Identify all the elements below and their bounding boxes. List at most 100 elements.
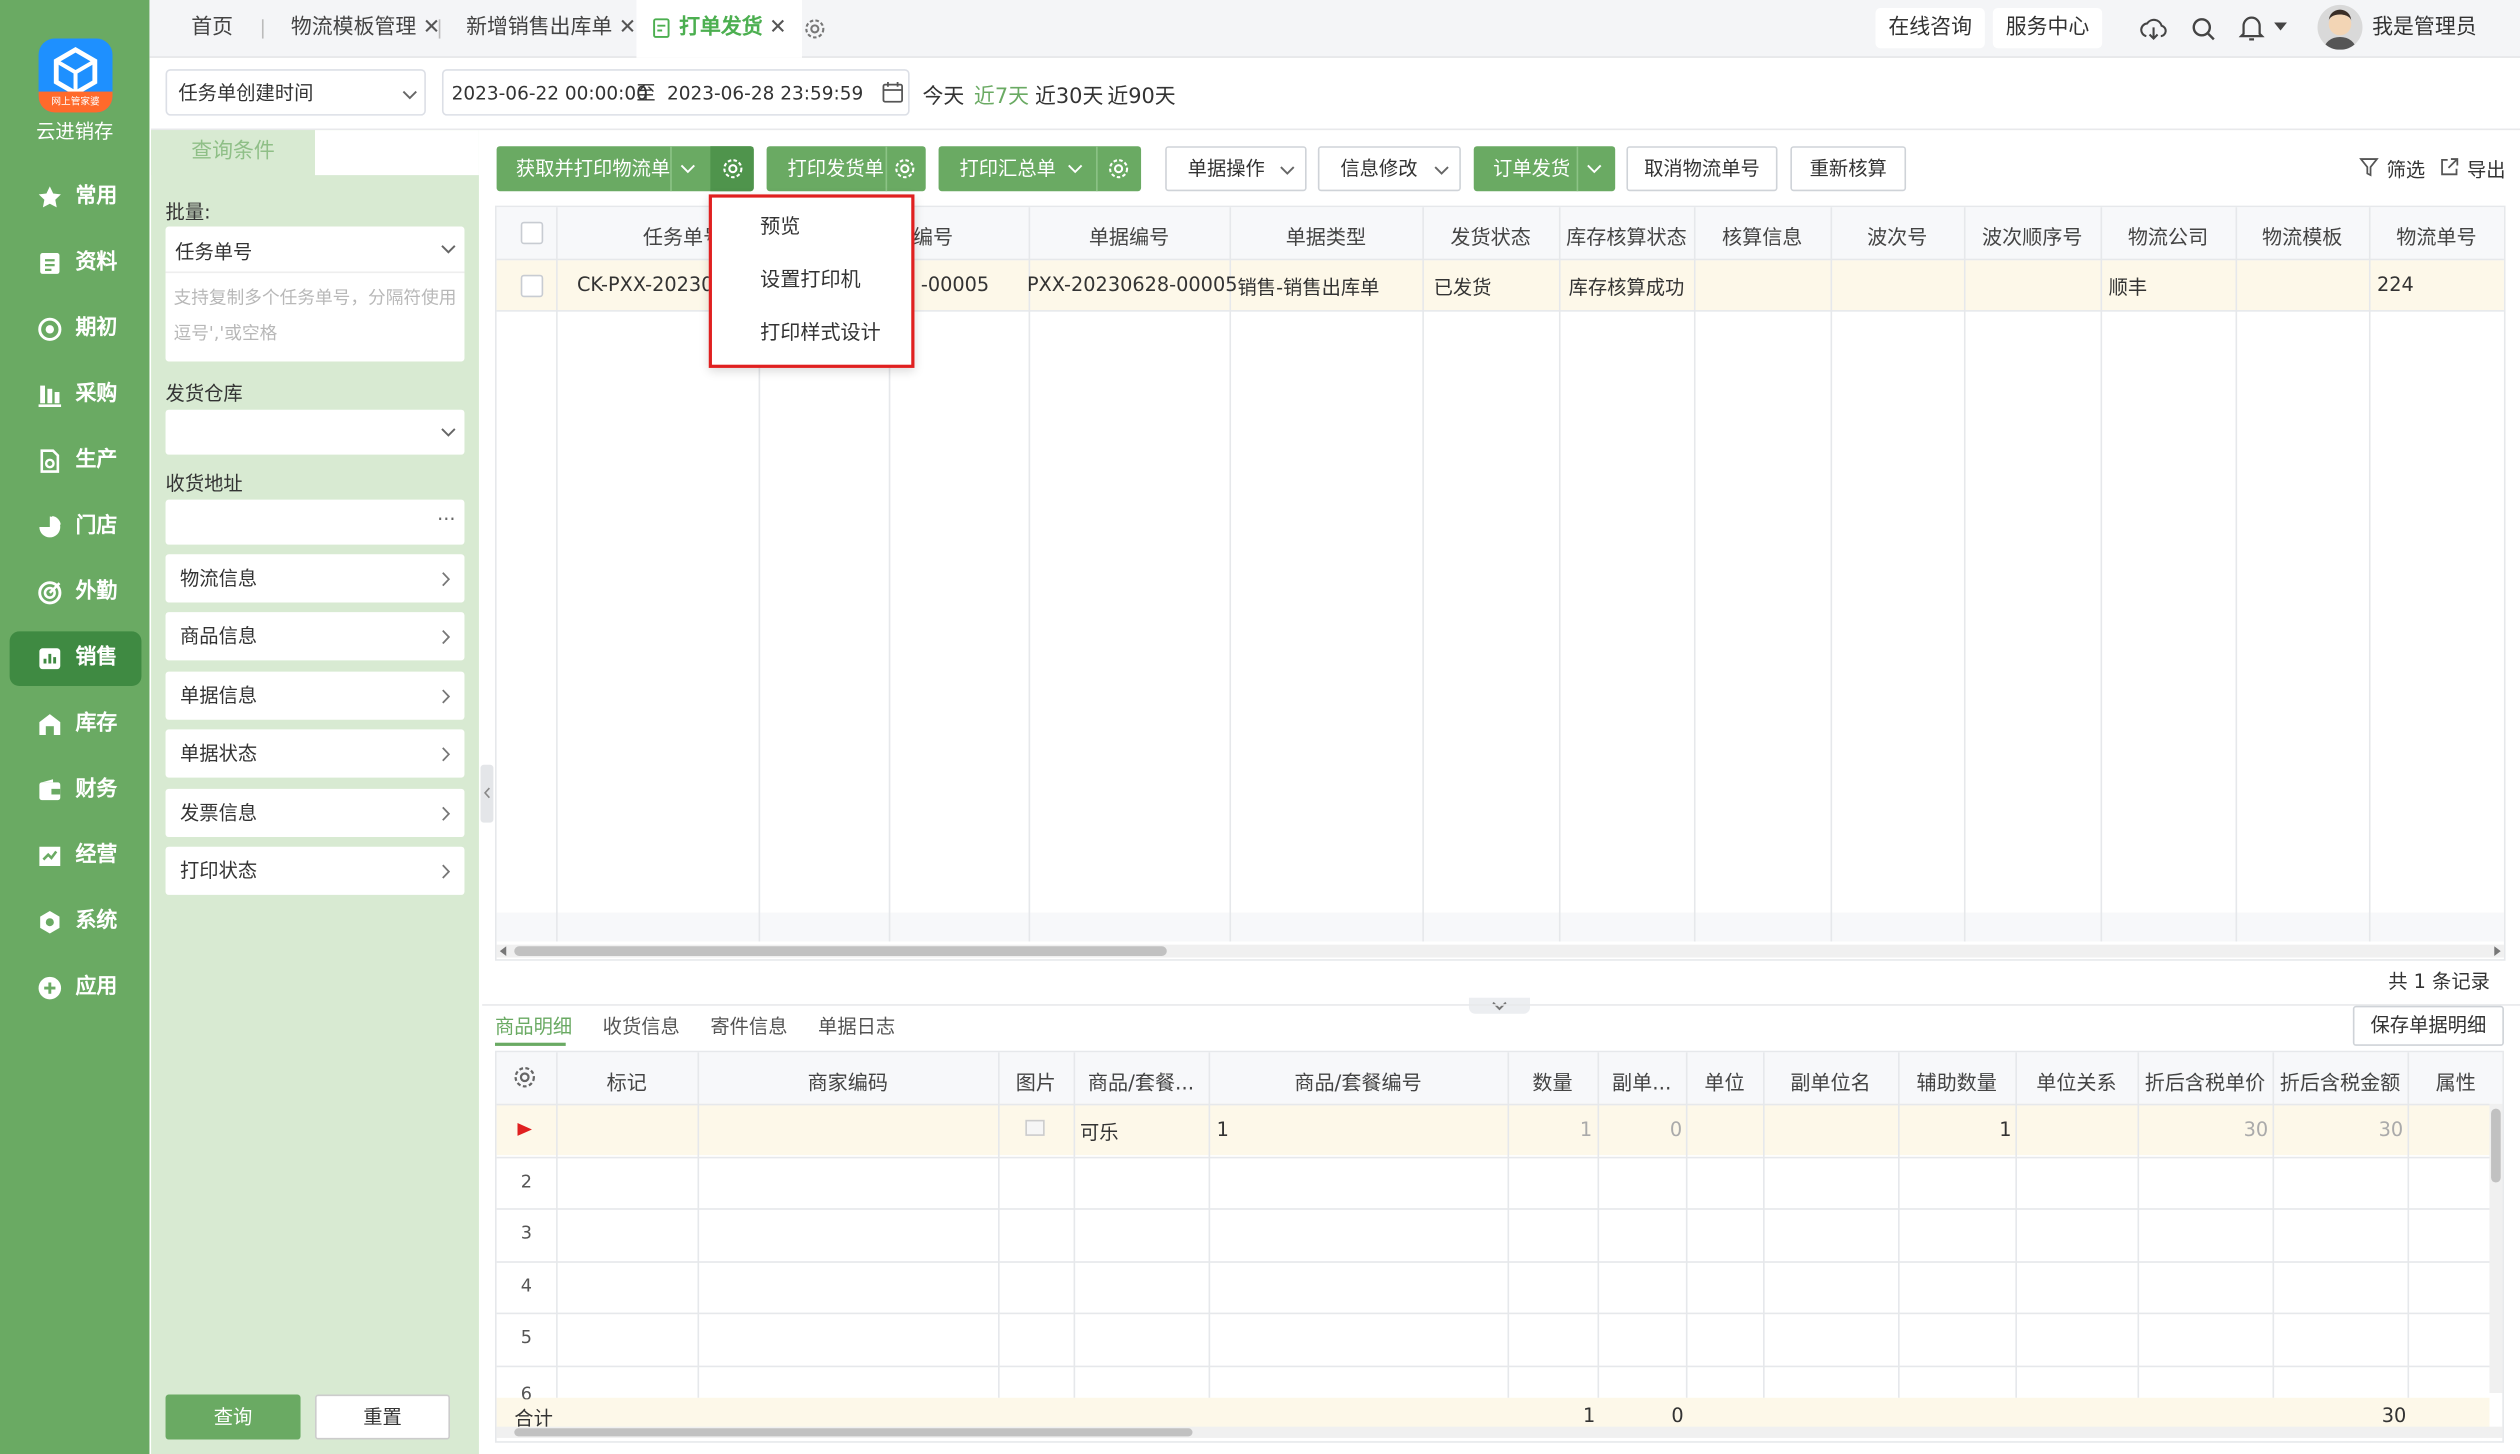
avatar[interactable] — [2317, 4, 2363, 50]
tab-home[interactable]: 首页 — [191, 0, 233, 58]
cell-sub-qty[interactable]: 0 — [1670, 1118, 1682, 1140]
user-name[interactable]: 我是管理员 — [2372, 0, 2476, 58]
column-header[interactable]: 编号 — [913, 220, 953, 251]
sidebar-item-5[interactable]: 门店 — [10, 500, 142, 555]
query-group-0[interactable]: 物流信息 — [165, 554, 465, 603]
doc-ops-dropdown[interactable]: 单据操作 — [1165, 146, 1307, 192]
tab-new-sales-outbound[interactable]: 新增销售出库单 ✕ — [466, 0, 636, 58]
sidebar-item-1[interactable]: 资料 — [10, 236, 142, 291]
service-center-button[interactable]: 服务中心 — [1992, 8, 2103, 49]
scroll-right-icon[interactable] — [2493, 946, 2503, 956]
cloud-download-icon[interactable] — [2139, 16, 2168, 42]
scrollbar-thumb[interactable] — [514, 946, 1167, 956]
sidebar-item-3[interactable]: 采购 — [10, 368, 142, 423]
close-icon[interactable]: ✕ — [769, 16, 787, 40]
online-consult-button[interactable]: 在线咨询 — [1875, 8, 1985, 49]
cell-aux-qty[interactable]: 1 — [1999, 1118, 2011, 1140]
calendar-icon[interactable] — [882, 81, 903, 103]
menu-item-preview[interactable]: 预览 — [760, 209, 800, 240]
menu-item-print-style-design[interactable]: 打印样式设计 — [760, 315, 881, 346]
chevron-down-icon[interactable] — [440, 244, 456, 254]
sidebar-item-12[interactable]: 应用 — [10, 961, 142, 1016]
quick-90-days[interactable]: 近90天 — [1107, 79, 1175, 109]
scrollbar-thumb[interactable] — [2491, 1108, 2501, 1183]
date-range-picker[interactable]: 2023-06-22 00:00:00 至 2023-06-28 23:59:5… — [441, 69, 910, 116]
query-group-3[interactable]: 单据状态 — [165, 729, 465, 778]
column-header[interactable]: 折后含税金额 — [2273, 1065, 2408, 1096]
print-settings-button[interactable] — [710, 146, 754, 192]
column-header[interactable]: 库存核算状态 — [1559, 220, 1694, 251]
quick-30-days[interactable]: 近30天 — [1035, 79, 1103, 109]
query-button[interactable]: 查询 — [165, 1394, 301, 1440]
print-ship-button[interactable]: 打印发货单 — [788, 146, 884, 191]
sidebar-item-6[interactable]: 外勤 — [10, 566, 142, 621]
query-group-2[interactable]: 单据信息 — [165, 671, 465, 720]
tab-logistics-template[interactable]: 物流模板管理 ✕ — [291, 0, 440, 58]
batch-box[interactable]: 任务单号 支持复制多个任务单号，分隔符使用逗号','或空格 — [165, 226, 465, 362]
cell-task[interactable]: CK-PXX-202306 — [577, 273, 726, 295]
tab-product-detail[interactable]: 商品明细 — [495, 1012, 572, 1039]
recheck-button[interactable]: 重新核算 — [1790, 146, 1907, 192]
column-header[interactable]: 折后含税单价 — [2138, 1065, 2273, 1096]
query-group-4[interactable]: 发票信息 — [165, 788, 465, 837]
gear-icon[interactable] — [1107, 157, 1130, 179]
column-header[interactable]: 物流单号 — [2369, 220, 2504, 251]
quick-today[interactable]: 今天 — [923, 79, 965, 109]
column-header[interactable]: 波次顺序号 — [1964, 220, 2101, 251]
scrollbar-thumb[interactable] — [514, 1428, 1193, 1437]
date-end[interactable]: 2023-06-28 23:59:59 — [667, 71, 863, 116]
row-checkbox[interactable] — [520, 274, 544, 298]
close-icon[interactable]: ✕ — [423, 16, 441, 40]
tab-print-ship[interactable]: 打单发货 ✕ — [636, 0, 803, 58]
column-header[interactable]: 单据编号 — [1029, 220, 1230, 251]
column-header[interactable]: 数量 — [1508, 1065, 1598, 1096]
reset-button[interactable]: 重置 — [315, 1394, 451, 1440]
app-logo[interactable]: 网上管家婆 — [38, 38, 113, 113]
cell-product-name[interactable]: 可乐 — [1080, 1118, 1119, 1145]
table-row[interactable] — [496, 1103, 2490, 1156]
time-field-select[interactable]: 任务单创建时间 — [165, 69, 426, 116]
tab-sender-info[interactable]: 寄件信息 — [710, 1012, 787, 1039]
column-header[interactable]: 属性 — [2408, 1065, 2504, 1096]
column-header[interactable]: 单位 — [1686, 1065, 1763, 1096]
search-icon[interactable] — [2191, 16, 2217, 42]
sidebar-item-7[interactable]: 销售 — [9, 631, 142, 687]
sidebar-item-0[interactable]: 常用 — [10, 170, 142, 225]
column-header[interactable]: 物流模板 — [2236, 220, 2369, 251]
column-header[interactable]: 副单... — [1598, 1065, 1686, 1096]
filter-button[interactable]: 筛选 — [2387, 156, 2426, 183]
column-header[interactable]: 辅助数量 — [1898, 1065, 2015, 1096]
column-header[interactable]: 单据类型 — [1229, 220, 1422, 251]
column-header[interactable]: 商品/套餐编号 — [1209, 1065, 1508, 1096]
column-header[interactable]: 发货状态 — [1422, 220, 1559, 251]
cell-price[interactable]: 30 — [2244, 1118, 2269, 1140]
tab-document-log[interactable]: 单据日志 — [818, 1012, 895, 1039]
column-header[interactable]: 单位关系 — [2015, 1065, 2137, 1096]
gear-icon[interactable] — [894, 157, 917, 179]
quick-7-days[interactable]: 近7天 — [974, 79, 1029, 109]
sidebar-item-8[interactable]: 库存 — [10, 697, 142, 752]
get-print-tracking-button[interactable]: 获取并打印物流单 — [516, 146, 670, 191]
cell-amount[interactable]: 30 — [2379, 1118, 2404, 1140]
tab-receiving-info[interactable]: 收货信息 — [603, 1012, 680, 1039]
column-header[interactable]: 商家编码 — [698, 1065, 999, 1096]
print-summary-button[interactable]: 打印汇总单 — [959, 146, 1055, 191]
info-edit-dropdown[interactable]: 信息修改 — [1317, 146, 1461, 192]
sidebar-item-4[interactable]: 生产 — [10, 434, 142, 489]
sidebar-item-9[interactable]: 财务 — [10, 763, 142, 818]
cell-qty[interactable]: 1 — [1580, 1118, 1592, 1140]
export-button[interactable]: 导出 — [2467, 156, 2506, 183]
query-group-1[interactable]: 商品信息 — [165, 612, 465, 661]
column-header[interactable]: 标记 — [556, 1065, 697, 1096]
export-icon[interactable] — [2440, 157, 2459, 176]
column-header[interactable]: 物流公司 — [2101, 220, 2236, 251]
menu-item-set-printer[interactable]: 设置打印机 — [760, 262, 860, 293]
sidebar-item-11[interactable]: 系统 — [10, 895, 142, 950]
sidebar-item-10[interactable]: 经营 — [10, 829, 142, 884]
scroll-left-icon[interactable] — [498, 946, 508, 956]
column-header[interactable]: 商品/套餐... — [1074, 1065, 1209, 1096]
sidebar-item-2[interactable]: 期初 — [10, 302, 142, 357]
bell-icon[interactable] — [2238, 14, 2265, 41]
address-input[interactable]: ··· — [165, 499, 465, 545]
save-detail-button[interactable]: 保存单据明细 — [2352, 1005, 2504, 1046]
